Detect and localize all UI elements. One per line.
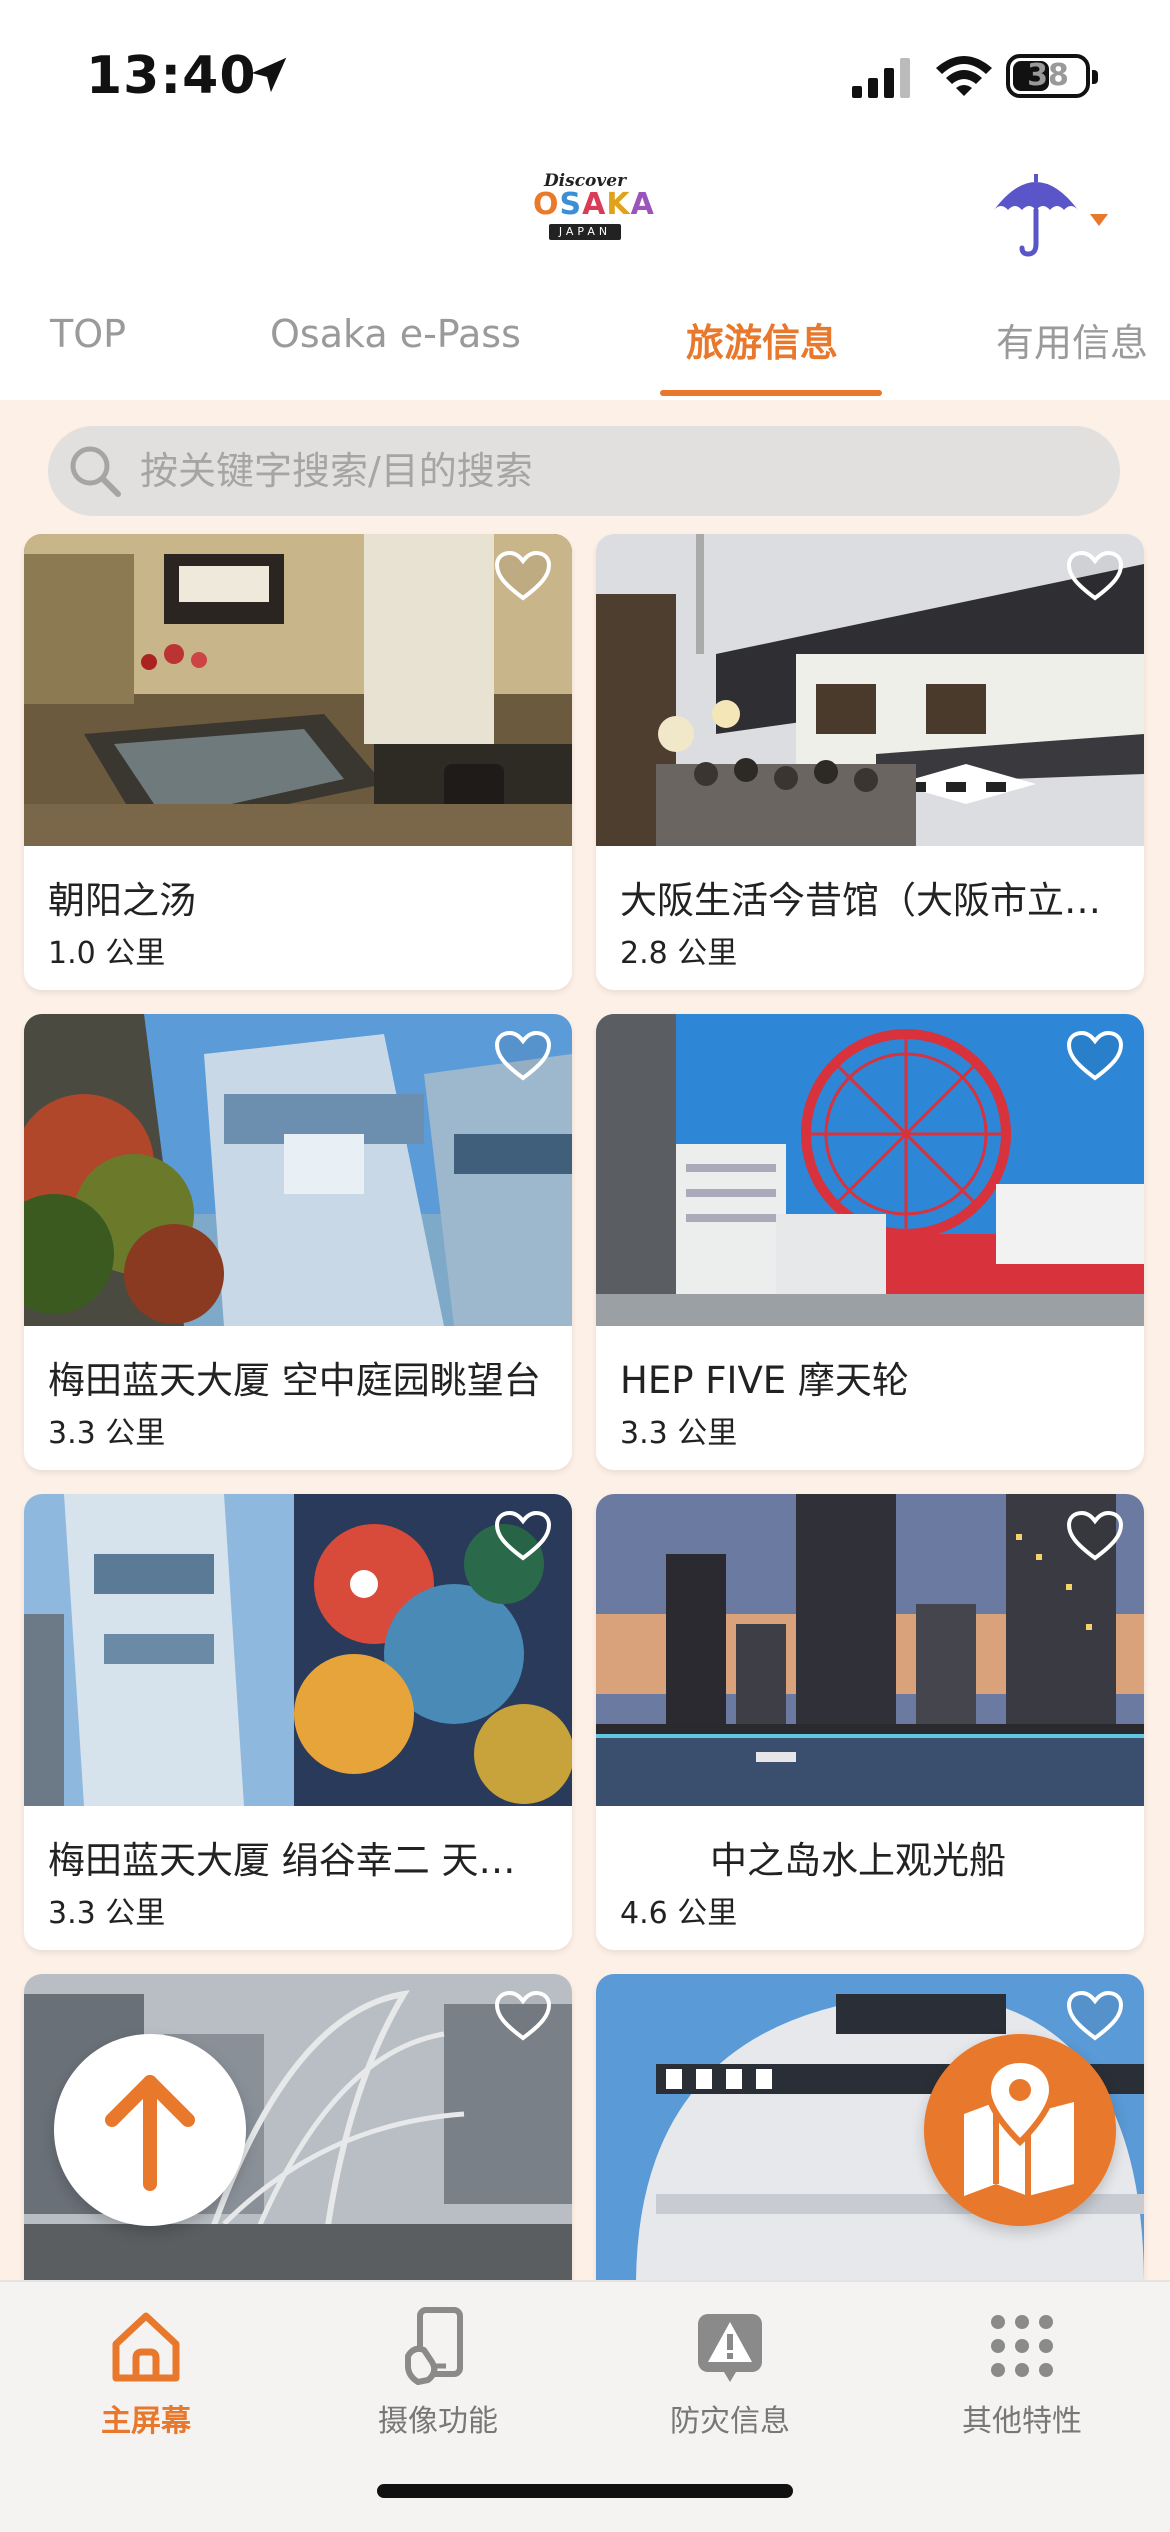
spot-distance: 4.6 公里 [620,1896,738,1931]
discover-osaka-logo[interactable]: Discover OSAKA JAPAN [533,172,655,246]
spot-image [24,534,572,846]
location-arrow-icon [251,57,287,93]
favorite-heart-icon[interactable] [494,1990,552,2042]
spot-image [596,1494,1144,1806]
spot-title: 朝阳之汤 [48,879,196,922]
active-tab-indicator [660,390,882,396]
status-bar: 13:40 38 [0,0,1170,150]
spot-title: 梅田蓝天大厦 空中庭园眺望台 [48,1359,541,1402]
spot-card[interactable]: 朝阳之汤 1.0 公里 [24,534,572,990]
spot-card[interactable]: HEP FIVE 摩天轮 3.3 公里 [596,1014,1144,1470]
favorite-heart-icon[interactable] [1066,1510,1124,1562]
favorite-heart-icon[interactable] [494,550,552,602]
search-input[interactable] [140,426,1100,516]
map-view-button[interactable] [924,2034,1116,2226]
grid-icon [991,2315,1053,2377]
spot-title: 梅田蓝天大厦 绢谷幸二 天空美术馆 [48,1839,548,1882]
home-indicator[interactable] [377,2484,793,2498]
search-bar[interactable] [48,426,1120,516]
spot-title: 大阪生活今昔馆（大阪市立住まいのミュージアム） [620,879,1120,922]
arrow-up-icon [105,2075,195,2191]
tab-travel-info[interactable]: 旅游信息 [686,312,838,367]
home-icon [112,2312,180,2382]
spot-distance: 3.3 公里 [620,1416,738,1451]
spot-title: HEP FIVE 摩天轮 [620,1359,909,1402]
app-header: Discover OSAKA JAPAN [0,150,1170,280]
nav-other-features[interactable]: 其他特性 [902,2296,1142,2446]
nav-camera[interactable]: 摄像功能 [318,2296,558,2446]
spot-image [24,1494,572,1806]
wifi-icon [936,56,992,96]
spot-distance: 3.3 公里 [48,1416,166,1451]
tab-top[interactable]: TOP [50,312,126,356]
map-pin-icon [964,2056,1074,2196]
favorite-heart-icon[interactable] [494,1510,552,1562]
warning-icon [698,2314,762,2382]
tab-osaka-e-pass[interactable]: Osaka e-Pass [270,312,521,356]
spot-image [24,1014,572,1326]
tab-useful-info[interactable]: 有用信息 [996,312,1148,367]
spot-distance: 3.3 公里 [48,1896,166,1931]
search-icon [70,446,121,497]
spot-card[interactable]: 大阪生活今昔馆（大阪市立住まいのミュージアム） 2.8 公里 [596,534,1144,990]
nav-disaster-info-label: 防灾信息 [670,2404,790,2439]
status-time: 13:40 [86,46,257,106]
nav-camera-label: 摄像功能 [378,2404,498,2439]
battery-indicator: 38 [1006,54,1098,98]
spot-card[interactable]: 梅田蓝天大厦 绢谷幸二 天空美术馆 3.3 公里 [24,1494,572,1950]
nav-other-features-label: 其他特性 [962,2404,1082,2439]
nav-home[interactable]: 主屏幕 [26,2296,266,2446]
spot-distance: 1.0 公里 [48,936,166,971]
camera-phone-icon [405,2307,463,2385]
spot-card[interactable]: 中之岛水上观光船 4.6 公里 [596,1494,1144,1950]
favorite-heart-icon[interactable] [1066,550,1124,602]
favorite-heart-icon[interactable] [1066,1030,1124,1082]
spot-card[interactable]: 梅田蓝天大厦 空中庭园眺望台 3.3 公里 [24,1014,572,1470]
favorite-heart-icon[interactable] [494,1030,552,1082]
content-area[interactable]: 朝阳之汤 1.0 公里 大阪生活今昔馆（大阪市立住まいのミュージアム） [0,400,1170,2280]
logo-line2: OSAKA [533,187,655,222]
logo-line3: JAPAN [548,224,622,240]
umbrella-icon[interactable] [990,168,1110,258]
nav-home-label: 主屏幕 [101,2404,191,2439]
spot-image [596,1014,1144,1326]
spot-title: 中之岛水上观光船 [710,1839,1006,1882]
spot-image [596,534,1144,846]
spot-distance: 2.8 公里 [620,936,738,971]
battery-level: 38 [1027,58,1069,93]
top-tabs: TOP Osaka e-Pass 旅游信息 有用信息 [0,280,1170,400]
nav-disaster-info[interactable]: 防灾信息 [610,2296,850,2446]
scroll-to-top-button[interactable] [54,2034,246,2226]
cellular-signal-icon [852,58,910,98]
